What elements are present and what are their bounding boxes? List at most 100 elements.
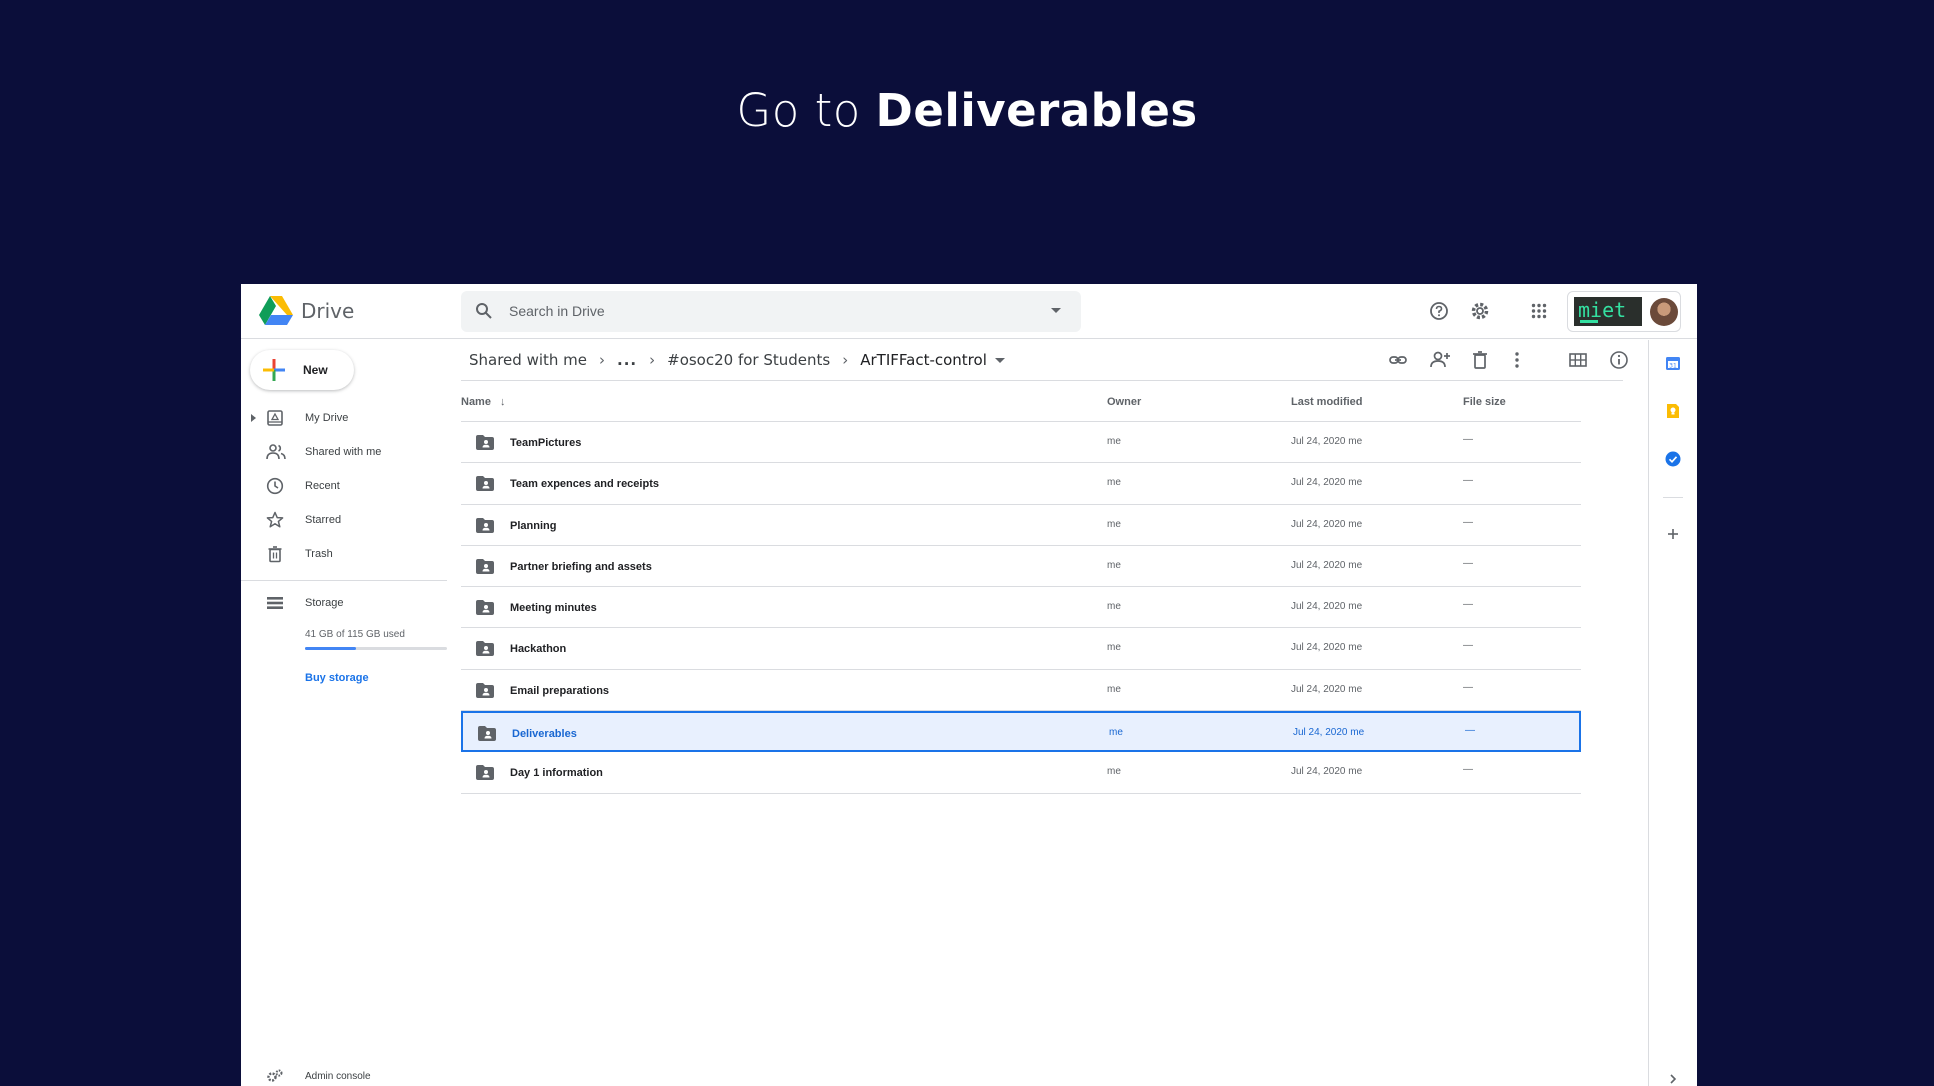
file-last-modified: Jul 24, 2020 me	[1291, 766, 1363, 778]
shared-folder-icon	[476, 476, 494, 496]
headline-emphasis: Deliverables	[875, 84, 1198, 137]
file-name[interactable]: Deliverables	[512, 728, 577, 740]
file-last-modified: Jul 24, 2020 me	[1291, 683, 1363, 695]
table-row[interactable]: Day 1 information me Jul 24, 2020 me —	[461, 752, 1581, 794]
table-row[interactable]: Deliverables me Jul 24, 2020 me —	[461, 711, 1581, 753]
sidebar-item-my-drive[interactable]: My Drive	[241, 402, 451, 434]
file-name[interactable]: Hackathon	[510, 643, 566, 655]
table-row[interactable]: Hackathon me Jul 24, 2020 me —	[461, 628, 1581, 670]
shared-folder-icon	[476, 517, 494, 538]
chevron-right-icon: ›	[599, 351, 606, 369]
star-icon	[266, 511, 284, 528]
drive-logo[interactable]: Drive	[259, 296, 354, 326]
breadcrumb-item-shared-with-me[interactable]: Shared with me	[469, 351, 587, 369]
add-addon-plus-icon[interactable]	[1665, 526, 1681, 542]
search-placeholder[interactable]: Search in Drive	[509, 303, 605, 319]
search-box[interactable]: Search in Drive	[461, 291, 1081, 332]
storage-usage-bar	[305, 647, 447, 650]
folder-menu-dropdown-icon[interactable]	[994, 357, 1005, 363]
admin-gears-icon	[267, 1069, 283, 1082]
plus-icon	[263, 359, 285, 381]
avatar[interactable]	[1650, 298, 1678, 326]
info-icon[interactable]	[1609, 350, 1629, 370]
help-icon[interactable]	[1429, 301, 1449, 321]
table-row[interactable]: Partner briefing and assets me Jul 24, 202…	[461, 546, 1581, 588]
sidebar-item-trash[interactable]: Trash	[241, 538, 451, 570]
file-name[interactable]: Planning	[510, 520, 556, 532]
breadcrumb-item-osoc20-for-students[interactable]: #osoc20 for Students	[667, 351, 830, 369]
file-size: —	[1463, 475, 1473, 487]
file-last-modified: Jul 24, 2020 me	[1291, 559, 1363, 571]
tasks-icon[interactable]	[1665, 451, 1681, 467]
more-vert-icon[interactable]	[1513, 350, 1521, 370]
keep-icon[interactable]	[1665, 403, 1681, 419]
column-header-owner[interactable]: Owner	[1107, 396, 1141, 408]
file-last-modified: Jul 24, 2020 me	[1291, 477, 1363, 489]
column-header-name[interactable]: Name ↓	[461, 396, 506, 408]
organization-logo-underline	[1580, 320, 1598, 323]
shared-folder-icon	[476, 641, 494, 661]
sidebar-item-storage[interactable]: Storage	[241, 587, 451, 619]
column-header-last-modified[interactable]: Last modified	[1291, 396, 1363, 408]
file-size: —	[1463, 640, 1473, 652]
breadcrumb-bar: Shared with me › ... › #osoc20 for Stude…	[461, 340, 1628, 381]
storage-usage-text: 41 GB of 115 GB used	[305, 629, 405, 640]
grid-view-icon[interactable]	[1568, 350, 1588, 370]
file-owner: me	[1109, 727, 1123, 739]
sidebar-item-recent[interactable]: Recent	[241, 470, 451, 502]
people-icon	[266, 444, 286, 460]
file-name[interactable]: Day 1 information	[510, 767, 603, 779]
settings-gear-icon[interactable]	[1470, 301, 1490, 321]
file-name[interactable]: Meeting minutes	[510, 602, 597, 614]
trash-icon[interactable]	[1471, 350, 1489, 370]
storage-usage-fill	[305, 647, 356, 650]
chevron-right-icon[interactable]	[1665, 1072, 1681, 1086]
sidebar-item-label: My Drive	[305, 412, 349, 424]
sort-arrow-down-icon[interactable]: ↓	[500, 396, 506, 408]
file-last-modified: Jul 24, 2020 me	[1291, 518, 1363, 530]
buy-storage-link[interactable]: Buy storage	[305, 672, 369, 684]
sidebar-item-admin-console[interactable]: Admin console	[241, 1068, 451, 1086]
file-name[interactable]: Team expences and receipts	[510, 478, 659, 490]
account-switcher[interactable]: miet	[1567, 291, 1681, 332]
sidebar-item-label: Recent	[305, 480, 340, 492]
expand-caret-icon[interactable]	[251, 414, 256, 422]
shared-folder-icon	[476, 765, 494, 785]
drive-window: Drive Search in Drive miet New My Drive …	[241, 284, 1697, 1086]
trash-icon	[268, 546, 282, 563]
new-button-label: New	[303, 363, 328, 377]
file-name[interactable]: TeamPictures	[510, 437, 581, 449]
table-row[interactable]: Planning me Jul 24, 2020 me —	[461, 505, 1581, 546]
calendar-icon[interactable]: 31	[1665, 355, 1681, 371]
drive-logo-icon	[259, 296, 293, 325]
sidebar-item-label: Starred	[305, 514, 342, 526]
column-header-name-label: Name	[461, 396, 491, 408]
table-row[interactable]: Team expences and receipts me Jul 24, 2020…	[461, 463, 1581, 505]
file-last-modified: Jul 24, 2020 me	[1293, 727, 1365, 739]
table-row[interactable]: Meeting minutes me Jul 24, 2020 me —	[461, 587, 1581, 629]
search-options-dropdown-icon[interactable]	[1051, 308, 1061, 313]
file-owner: me	[1107, 601, 1121, 613]
table-row[interactable]: Email preparations me Jul 24, 2020 me —	[461, 670, 1581, 712]
instruction-headline: Go to Deliverables	[0, 84, 1934, 137]
file-owner: me	[1107, 477, 1121, 489]
column-header-file-size[interactable]: File size	[1463, 396, 1506, 408]
breadcrumb-overflow-button[interactable]: ...	[617, 351, 637, 369]
chevron-right-icon: ›	[649, 351, 656, 369]
table-row[interactable]: TeamPictures me Jul 24, 2020 me —	[461, 422, 1581, 464]
file-name[interactable]: Partner briefing and assets	[510, 561, 652, 573]
add-person-icon[interactable]	[1429, 350, 1451, 370]
sidebar-item-starred[interactable]: Starred	[241, 504, 451, 536]
file-size: —	[1463, 681, 1473, 693]
breadcrumb-item-current-folder[interactable]: ArTIFFact-control	[860, 351, 987, 369]
apps-grid-icon[interactable]	[1531, 303, 1547, 319]
sidebar-item-shared-with-me[interactable]: Shared with me	[241, 436, 451, 468]
top-bar: Drive Search in Drive miet	[241, 284, 1697, 339]
new-button[interactable]: New	[250, 350, 354, 390]
link-icon[interactable]	[1388, 350, 1408, 370]
file-owner: me	[1107, 683, 1121, 695]
file-owner: me	[1107, 518, 1121, 530]
file-size: —	[1463, 516, 1473, 528]
file-name[interactable]: Email preparations	[510, 685, 609, 697]
storage-icon	[267, 597, 283, 609]
